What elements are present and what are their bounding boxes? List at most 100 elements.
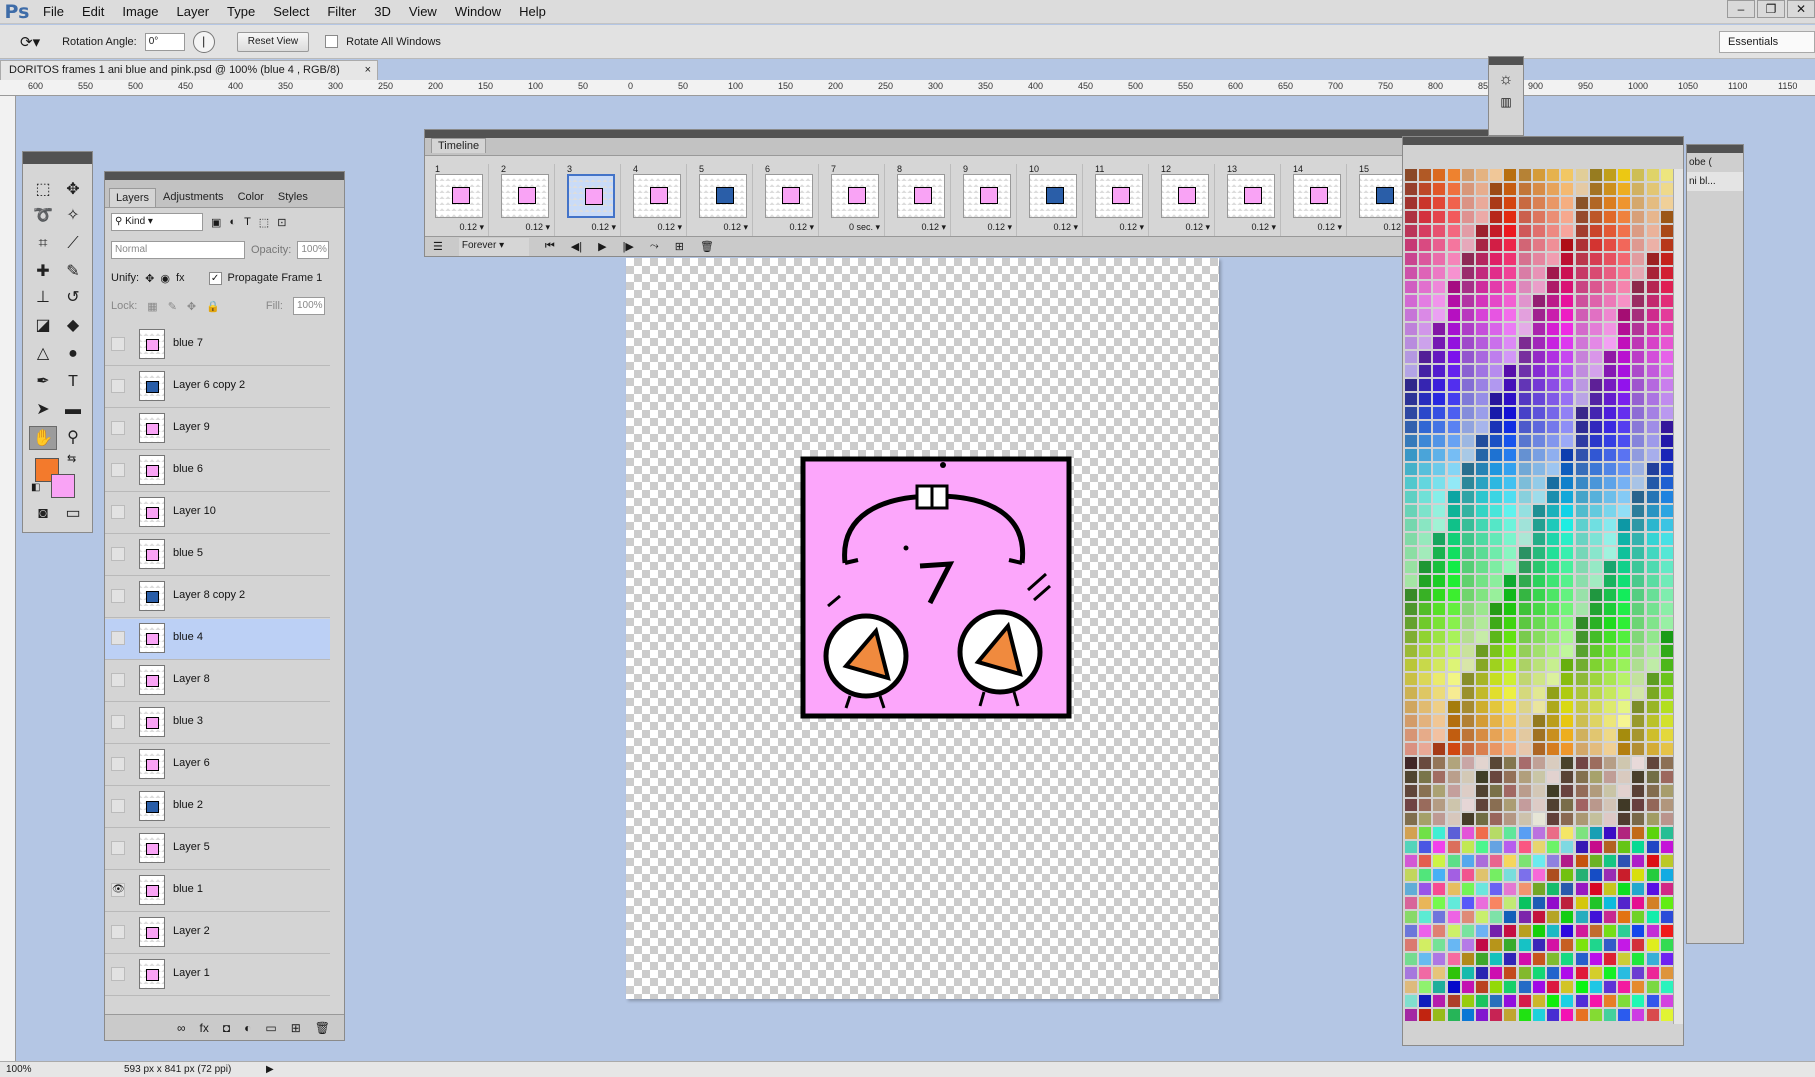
visibility-eye-icon[interactable] — [111, 379, 125, 393]
frame-delay-select[interactable]: 0.12 ▾ — [1185, 222, 1210, 233]
paint-bucket-tool-icon[interactable]: ◆ — [59, 314, 87, 338]
lock-all-icon[interactable]: 🔒 — [206, 300, 220, 313]
frame-delay-select[interactable]: 0 sec. ▾ — [849, 222, 880, 233]
brush-tool-icon[interactable]: ✎ — [59, 260, 87, 284]
rotate-view-tool-icon[interactable]: ⟳▾ — [20, 33, 40, 51]
frame-delay-select[interactable]: 0.12 ▾ — [987, 222, 1012, 233]
new-group-icon[interactable]: ▭ — [265, 1021, 276, 1035]
filter-adjustment-icon[interactable]: ◐ — [229, 216, 236, 228]
visibility-eye-icon[interactable] — [111, 631, 125, 645]
animation-frame[interactable]: 1 0.12 ▾ — [431, 164, 489, 236]
lock-transparent-icon[interactable]: ▦ — [147, 300, 157, 313]
frame-delay-select[interactable]: 0.12 ▾ — [1053, 222, 1078, 233]
layer-row[interactable]: 👁 blue 1 — [105, 871, 330, 912]
layer-row[interactable]: blue 2 — [105, 787, 330, 828]
layer-row[interactable]: Layer 5 — [105, 829, 330, 870]
path-selection-tool-icon[interactable]: ➤ — [29, 398, 57, 422]
new-layer-icon[interactable]: ⊞ — [291, 1021, 301, 1035]
new-adjustment-layer-icon[interactable]: ◐ — [244, 1021, 251, 1035]
unify-visibility-icon[interactable]: ◉ — [160, 272, 170, 285]
menu-item-filter[interactable]: Filter — [318, 0, 365, 24]
first-frame-icon[interactable]: ⏮ — [545, 240, 555, 253]
menu-item-type[interactable]: Type — [218, 0, 264, 24]
side-panel-tab[interactable]: obe ( — [1687, 153, 1743, 172]
frame-delay-select[interactable]: 0.12 ▾ — [1119, 222, 1144, 233]
visibility-eye-icon[interactable] — [111, 547, 125, 561]
layer-row[interactable]: blue 3 — [105, 703, 330, 744]
layer-row[interactable]: Layer 6 copy 2 — [105, 367, 330, 408]
clone-stamp-tool-icon[interactable]: ⊥ — [29, 286, 57, 310]
tab-adjustments[interactable]: Adjustments — [156, 187, 231, 207]
duplicate-frame-icon[interactable]: ⊞ — [675, 240, 684, 253]
zoom-level[interactable]: 100% — [0, 1064, 32, 1075]
frame-delay-select[interactable]: 0.12 ▾ — [1251, 222, 1276, 233]
rotation-angle-input[interactable]: 0° — [144, 32, 185, 51]
layer-row[interactable]: Layer 10 — [105, 493, 330, 534]
close-icon[interactable]: ✕ — [1787, 0, 1815, 18]
menu-item-layer[interactable]: Layer — [168, 0, 219, 24]
layer-row[interactable]: Layer 2 — [105, 913, 330, 954]
background-color-swatch[interactable] — [51, 474, 75, 498]
frame-delay-select[interactable]: 0.12 ▾ — [525, 222, 550, 233]
filter-pixel-icon[interactable]: ▣ — [211, 216, 221, 229]
visibility-eye-icon[interactable] — [111, 799, 125, 813]
lock-position-icon[interactable]: ✥ — [187, 300, 196, 313]
filter-smart-object-icon[interactable]: ⊡ — [277, 216, 286, 229]
next-frame-icon[interactable]: |▶ — [623, 240, 634, 253]
marquee-tool-icon[interactable]: ⬚ — [29, 178, 57, 202]
animation-frame[interactable]: 9 0.12 ▾ — [959, 164, 1017, 236]
delete-layer-icon[interactable]: 🗑 — [315, 1021, 330, 1035]
filter-kind-select[interactable]: ⚲ Kind ▾ — [111, 213, 203, 231]
animation-frame[interactable]: 12 0.12 ▾ — [1157, 164, 1215, 236]
hand-tool-icon[interactable]: ✋ — [29, 426, 57, 450]
rectangle-tool-icon[interactable]: ▬ — [59, 398, 87, 422]
swatches-panel-header[interactable] — [1403, 137, 1683, 145]
link-layers-icon[interactable]: ∞ — [177, 1021, 186, 1035]
menu-item-help[interactable]: Help — [510, 0, 555, 24]
quick-mask-icon[interactable]: ◙ — [29, 502, 57, 526]
history-brush-tool-icon[interactable]: ↺ — [59, 286, 87, 310]
close-tab-icon[interactable]: × — [365, 61, 371, 80]
animation-frame[interactable]: 7 0 sec. ▾ — [827, 164, 885, 236]
visibility-eye-icon[interactable] — [111, 757, 125, 771]
layer-row[interactable]: Layer 1 — [105, 955, 330, 996]
layer-row[interactable]: blue 5 — [105, 535, 330, 576]
visibility-eye-icon[interactable] — [111, 967, 125, 981]
visibility-eye-icon[interactable] — [111, 841, 125, 855]
swap-colors-icon[interactable]: ⇆ — [67, 452, 76, 465]
eraser-tool-icon[interactable]: ◪ — [29, 314, 57, 338]
frame-delay-select[interactable]: 0.12 ▾ — [459, 222, 484, 233]
menu-item-edit[interactable]: Edit — [73, 0, 113, 24]
blend-mode-select[interactable]: Normal — [111, 241, 245, 259]
frame-delay-select[interactable]: 0.12 ▾ — [789, 222, 814, 233]
add-mask-icon[interactable]: ◘ — [223, 1021, 230, 1035]
animation-frame[interactable]: 2 0.12 ▾ — [497, 164, 555, 236]
visibility-eye-icon[interactable] — [111, 589, 125, 603]
layer-row[interactable]: Layer 6 — [105, 745, 330, 786]
visibility-eye-icon[interactable] — [111, 463, 125, 477]
swatch-grid[interactable] — [1405, 169, 1673, 1024]
frame-delay-select[interactable]: 0.12 ▾ — [723, 222, 748, 233]
rotate-all-windows-checkbox[interactable] — [325, 35, 339, 48]
reset-view-button[interactable]: Reset View — [236, 31, 310, 52]
document-tab[interactable]: DORITOS frames 1 ani blue and pink.psd @… — [0, 60, 378, 80]
crop-tool-icon[interactable]: ⌗ — [29, 232, 57, 256]
tab-timeline[interactable]: Timeline — [431, 138, 487, 153]
lock-image-icon[interactable]: ✎ — [168, 300, 177, 313]
add-layer-style-icon[interactable]: fx — [200, 1021, 209, 1035]
animation-frame[interactable]: 14 0.12 ▾ — [1289, 164, 1347, 236]
screen-mode-icon[interactable]: ▭ — [59, 502, 87, 526]
tab-styles[interactable]: Styles — [271, 187, 315, 207]
layer-row[interactable]: Layer 8 copy 2 — [105, 577, 330, 618]
frame-delay-select[interactable]: 0.12 ▾ — [591, 222, 616, 233]
timeline-menu-icon[interactable]: ☰ — [433, 240, 443, 253]
animation-frame[interactable]: 4 0.12 ▾ — [629, 164, 687, 236]
move-tool-icon[interactable]: ✥ — [59, 178, 87, 202]
tab-color[interactable]: Color — [231, 187, 271, 207]
eyedropper-tool-icon[interactable]: ⟋ — [59, 232, 87, 256]
animation-frame[interactable]: 8 0.12 ▾ — [893, 164, 951, 236]
restore-icon[interactable]: ❐ — [1757, 0, 1785, 18]
default-colors-icon[interactable]: ◧ — [31, 482, 40, 493]
menu-item-select[interactable]: Select — [264, 0, 318, 24]
timeline-panel-header[interactable] — [425, 130, 1511, 138]
